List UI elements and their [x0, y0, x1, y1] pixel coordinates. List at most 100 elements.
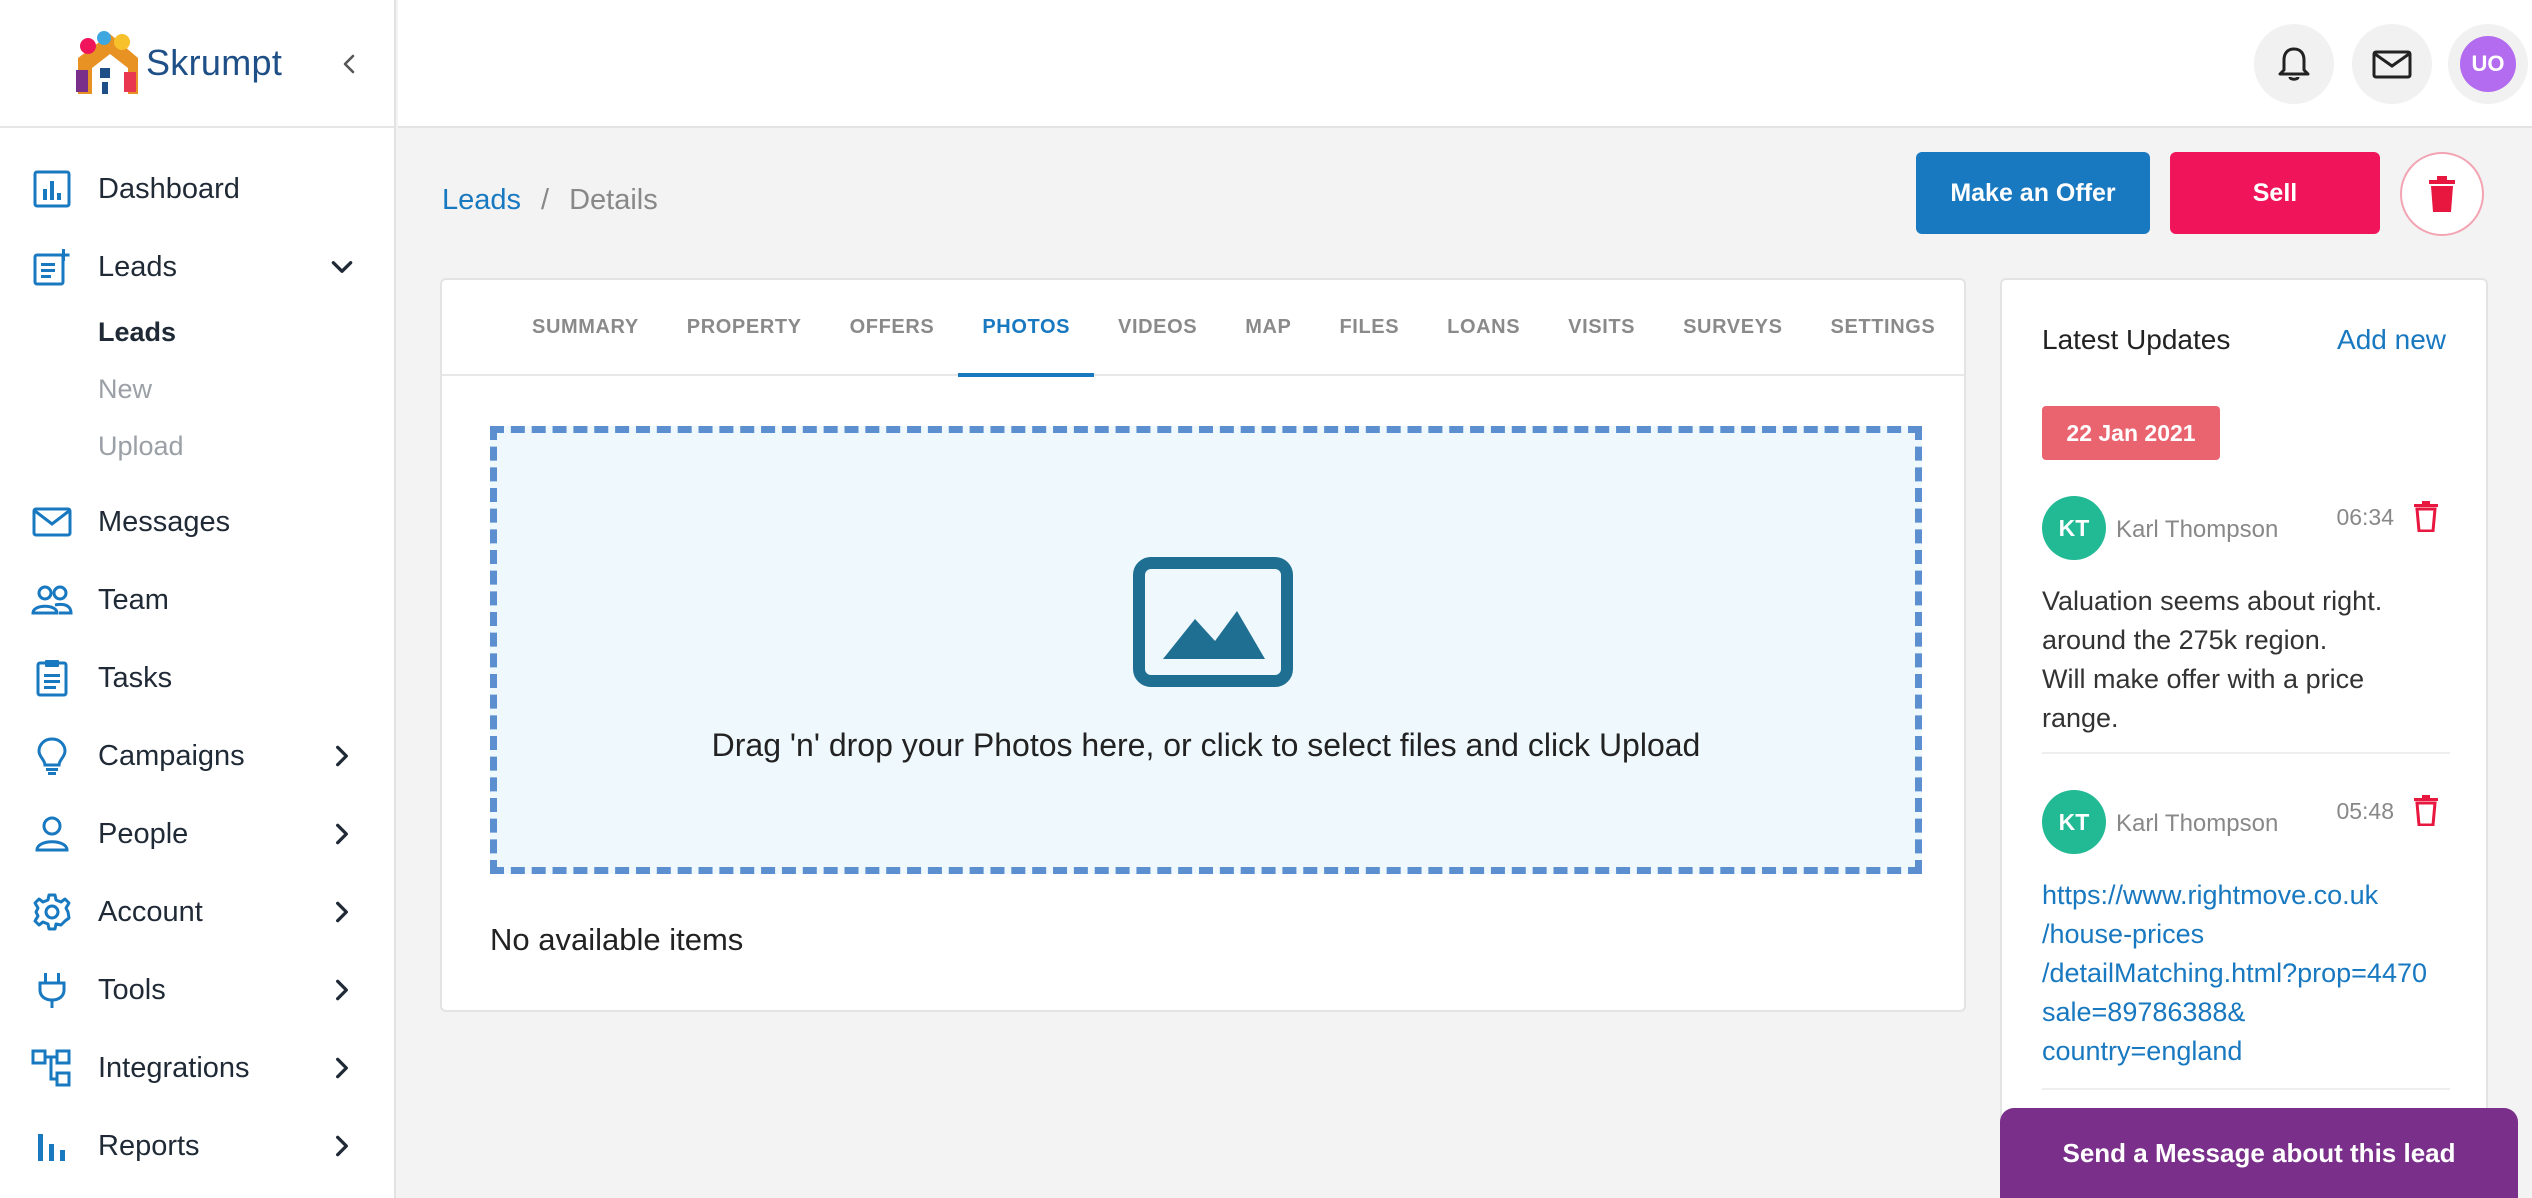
sidebar-item-label: People [98, 817, 189, 850]
user-menu-button[interactable]: UO [2448, 24, 2528, 104]
update-text-line: Valuation seems about right. [2042, 586, 2383, 616]
messages-button[interactable] [2352, 24, 2432, 104]
sidebar-item-label: Tasks [98, 661, 173, 694]
tab-loans[interactable]: LOANS [1423, 279, 1544, 375]
make-offer-button[interactable]: Make an Offer [1916, 152, 2150, 234]
bell-icon [2278, 47, 2310, 81]
tab-property[interactable]: PROPERTY [663, 279, 826, 375]
lead-tabs: SUMMARY PROPERTY OFFERS PHOTOS VIDEOS MA… [442, 279, 1964, 377]
chevron-right-icon[interactable] [322, 736, 362, 776]
brand[interactable]: Skrumpt [0, 0, 394, 128]
sidebar-item-label: Reports [98, 1129, 200, 1162]
photo-dropzone[interactable]: Drag 'n' drop your Photos here, or click… [490, 426, 1922, 874]
dropzone-text: Drag 'n' drop your Photos here, or click… [711, 727, 1701, 763]
user-avatar: UO [2460, 36, 2516, 92]
update-entry: KT Karl Thompson 06:34 Valuation seems a… [2042, 496, 2450, 738]
chevron-right-icon[interactable] [322, 814, 362, 854]
notifications-button[interactable] [2254, 24, 2334, 104]
update-link[interactable]: https://www.rightmove.co.uk /house-price… [2042, 876, 2450, 1071]
update-text-line: Will make offer with a price [2042, 664, 2365, 694]
sidebar-item-label: Dashboard [98, 172, 240, 205]
team-icon [30, 578, 74, 622]
delete-lead-button[interactable] [2400, 152, 2484, 236]
trash-icon [2414, 501, 2438, 532]
image-icon [1133, 557, 1293, 687]
sidebar-item-people[interactable]: People [0, 795, 394, 873]
chevron-right-icon[interactable] [322, 1126, 362, 1166]
topbar: UO [398, 0, 2532, 128]
lightbulb-icon [30, 734, 74, 778]
leads-subnav: Leads New Upload [0, 304, 394, 475]
date-badge: 22 Jan 2021 [2042, 406, 2220, 460]
tab-files[interactable]: FILES [1315, 279, 1423, 375]
latest-updates-panel: Latest Updates Add new 22 Jan 2021 KT Ka… [2000, 278, 2488, 1198]
update-time: 06:34 [2336, 504, 2394, 530]
logo-icon [76, 31, 138, 94]
mail-icon [30, 500, 74, 544]
update-body: Valuation seems about right. around the … [2042, 582, 2450, 738]
sidebar-item-leads[interactable]: Leads [0, 228, 394, 306]
tab-photos[interactable]: PHOTOS [958, 279, 1094, 377]
breadcrumb-leads-link[interactable]: Leads [442, 184, 521, 217]
subnav-item-upload[interactable]: Upload [98, 418, 394, 475]
tab-summary[interactable]: SUMMARY [508, 279, 663, 375]
chevron-right-icon[interactable] [322, 970, 362, 1010]
trash-icon [2429, 176, 2455, 212]
chevron-left-icon [343, 54, 355, 74]
update-header: KT Karl Thompson 05:48 [2042, 790, 2450, 854]
chevron-down-icon[interactable] [322, 247, 362, 287]
sidebar-item-integrations[interactable]: Integrations [0, 1029, 394, 1107]
sidebar-item-dashboard[interactable]: Dashboard [0, 150, 394, 228]
sidebar: Skrumpt Dashboard Leads Leads New Upload… [0, 0, 396, 1198]
tab-settings[interactable]: SETTINGS [1807, 279, 1960, 375]
subnav-item-new[interactable]: New [98, 361, 394, 418]
subnav-item-leads[interactable]: Leads [98, 304, 394, 361]
send-message-button[interactable]: Send a Message about this lead [2000, 1108, 2518, 1198]
update-link-line[interactable]: /house-prices [2042, 915, 2450, 954]
sell-button[interactable]: Sell [2170, 152, 2380, 234]
update-link-line[interactable]: https://www.rightmove.co.uk [2042, 876, 2450, 915]
sidebar-item-account[interactable]: Account [0, 873, 394, 951]
sidebar-nav: Dashboard Leads Leads New Upload Message… [0, 128, 394, 1185]
chevron-right-icon[interactable] [322, 1048, 362, 1088]
delete-update-button[interactable] [2406, 496, 2446, 536]
update-divider [2042, 1088, 2450, 1090]
chevron-right-icon[interactable] [322, 892, 362, 932]
update-divider [2042, 752, 2450, 754]
update-text-line: around the 275k region. [2042, 625, 2328, 655]
sidebar-item-messages[interactable]: Messages [0, 483, 394, 561]
app-root: Skrumpt Dashboard Leads Leads New Upload… [0, 0, 2532, 1198]
sidebar-item-team[interactable]: Team [0, 561, 394, 639]
trash-icon [2414, 795, 2438, 826]
sidebar-item-label: Leads [98, 250, 178, 283]
breadcrumb-separator: / [541, 184, 550, 216]
sidebar-item-campaigns[interactable]: Campaigns [0, 717, 394, 795]
update-link-line[interactable]: country=england [2042, 1032, 2450, 1071]
delete-update-button[interactable] [2406, 790, 2446, 830]
sidebar-item-label: Messages [98, 505, 231, 538]
update-header: KT Karl Thompson 06:34 [2042, 496, 2450, 560]
integrations-icon [30, 1046, 74, 1090]
tab-surveys[interactable]: SURVEYS [1659, 279, 1806, 375]
tab-videos[interactable]: VIDEOS [1094, 279, 1221, 375]
sidebar-item-tasks[interactable]: Tasks [0, 639, 394, 717]
add-update-link[interactable]: Add new [2337, 324, 2446, 356]
sidebar-item-label: Integrations [98, 1051, 250, 1084]
tab-visits[interactable]: VISITS [1544, 279, 1659, 375]
collapse-sidebar-button[interactable] [330, 44, 370, 84]
update-author: Karl Thompson [2116, 810, 2279, 837]
update-link-line[interactable]: sale=89786388& [2042, 993, 2450, 1032]
sidebar-item-label: Tools [98, 973, 166, 1006]
sidebar-item-tools[interactable]: Tools [0, 951, 394, 1029]
mail-icon [2372, 50, 2412, 79]
update-time: 05:48 [2336, 798, 2394, 824]
bar-chart-icon [30, 1124, 74, 1168]
updates-title: Latest Updates [2042, 324, 2231, 355]
lead-details-card: SUMMARY PROPERTY OFFERS PHOTOS VIDEOS MA… [440, 278, 1966, 1012]
update-entry: KT Karl Thompson 05:48 https://www.right… [2042, 790, 2450, 1071]
tab-offers[interactable]: OFFERS [826, 279, 959, 375]
sidebar-item-reports[interactable]: Reports [0, 1107, 394, 1185]
tab-map[interactable]: MAP [1221, 279, 1315, 375]
sidebar-item-label: Account [98, 895, 203, 928]
update-link-line[interactable]: /detailMatching.html?prop=4470 [2042, 954, 2450, 993]
